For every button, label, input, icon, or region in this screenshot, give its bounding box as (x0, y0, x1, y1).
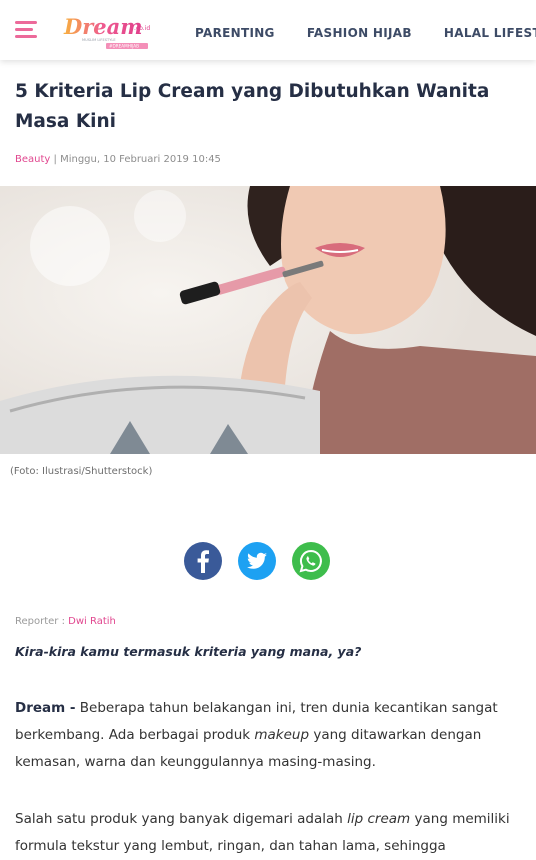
twitter-share-button[interactable] (238, 542, 276, 580)
reporter-name-link[interactable]: Dwi Ratih (68, 616, 116, 627)
nav-item-halal-lifestyle[interactable]: HALAL LIFESTYLE (444, 26, 536, 40)
whatsapp-share-button[interactable] (292, 542, 330, 580)
twitter-icon (238, 542, 276, 580)
publish-date: Minggu, 10 Februari 2019 10:45 (60, 154, 221, 165)
reporter-label: Reporter : (15, 616, 65, 627)
article-meta: Beauty | Minggu, 10 Februari 2019 10:45 (15, 154, 221, 165)
hamburger-menu-icon[interactable] (15, 21, 37, 39)
dream-logo[interactable]: Dream .co.id MUSLIM LIFESTYLE #DREAMHIJA… (62, 10, 154, 50)
facebook-share-button[interactable] (184, 542, 222, 580)
paragraph-2-emphasis: lip cream (347, 811, 411, 827)
image-caption: (Foto: Ilustrasi/Shutterstock) (10, 466, 153, 477)
logo-tagline: MUSLIM LIFESTYLE (82, 38, 116, 42)
meta-separator: | (53, 154, 57, 165)
reporter-info: Reporter : Dwi Ratih (15, 616, 116, 627)
category-link[interactable]: Beauty (15, 154, 50, 165)
facebook-icon (184, 542, 222, 580)
whatsapp-icon (292, 542, 330, 580)
article-paragraph-1: Dream - Beberapa tahun belakangan ini, t… (15, 695, 523, 776)
paragraph-2-text-a: Salah satu produk yang banyak digemari a… (15, 811, 343, 827)
logo-text: Dream (63, 14, 142, 39)
paragraph-1-emphasis: makeup (254, 727, 310, 743)
logo-suffix: .co.id (134, 25, 150, 32)
article-title: 5 Kriteria Lip Cream yang Dibutuhkan Wan… (15, 81, 490, 132)
logo-badge: #DREAMHIJAB (109, 44, 139, 49)
nav-item-fashion-hijab[interactable]: FASHION HIJAB (307, 26, 412, 40)
dateline: Dream - (15, 700, 76, 716)
main-nav: PARENTING FASHION HIJAB HALAL LIFESTYLE (195, 22, 536, 41)
article-hero-image (0, 186, 536, 454)
article-paragraph-2: Salah satu produk yang banyak digemari a… (15, 806, 523, 860)
nav-item-parenting[interactable]: PARENTING (195, 26, 275, 40)
site-header: Dream .co.id MUSLIM LIFESTYLE #DREAMHIJA… (0, 0, 536, 60)
article-lead: Kira-kira kamu termasuk kriteria yang ma… (15, 644, 362, 659)
